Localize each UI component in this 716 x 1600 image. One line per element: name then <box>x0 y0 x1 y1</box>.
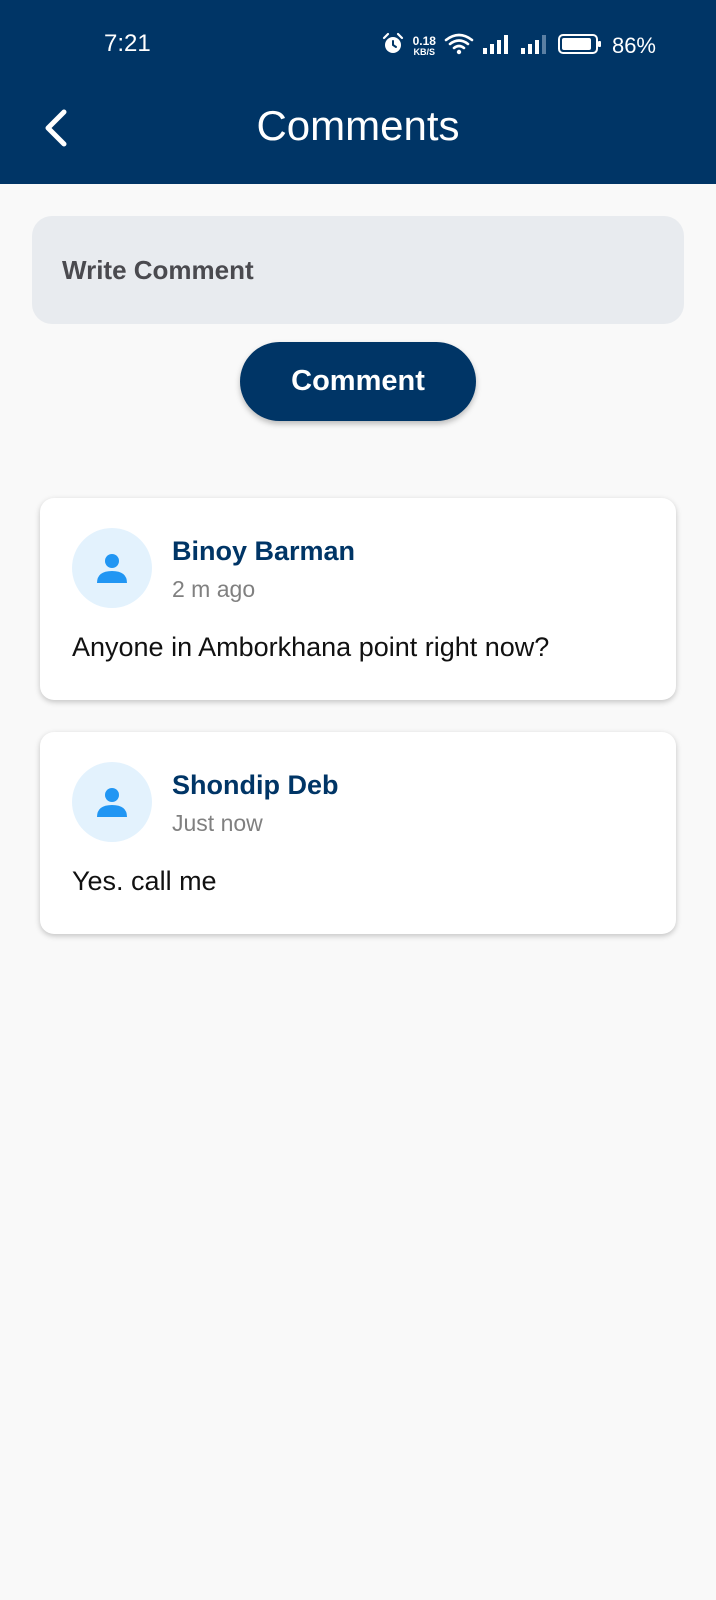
net-speed: 0.18 KB/S <box>413 35 436 57</box>
comment-text: Anyone in Amborkhana point right now? <box>72 632 550 662</box>
comment-button[interactable]: Comment <box>240 342 476 421</box>
net-speed-unit: KB/S <box>413 47 436 57</box>
signal-weak-icon <box>520 32 550 61</box>
comment-author: Binoy Barman <box>172 536 356 566</box>
net-speed-value: 0.18 <box>412 34 436 48</box>
battery-percent: 86% <box>611 33 656 58</box>
status-time: 7:21 <box>104 30 151 57</box>
status-icons: 0.18 KB/S 86% <box>381 30 656 62</box>
comment-card: Shondip Deb Just now Yes. call me <box>40 732 676 934</box>
alarm-icon <box>381 32 405 61</box>
person-icon <box>97 788 127 817</box>
avatar <box>72 762 152 842</box>
comment-text: Yes. call me <box>72 866 217 896</box>
avatar <box>72 528 152 608</box>
signal-icon <box>482 32 512 61</box>
comment-author: Shondip Deb <box>172 770 339 800</box>
comment-time: Just now <box>172 810 263 836</box>
wifi-icon <box>444 32 474 61</box>
person-icon <box>97 554 127 583</box>
app-header: 7:21 0.18 KB/S 86% Comments <box>0 0 716 184</box>
comment-time: 2 m ago <box>172 576 256 602</box>
battery-icon <box>557 32 602 61</box>
comment-input[interactable] <box>32 216 684 324</box>
page-title: Comments <box>256 102 460 149</box>
comment-card: Binoy Barman 2 m ago Anyone in Amborkhan… <box>40 498 676 700</box>
